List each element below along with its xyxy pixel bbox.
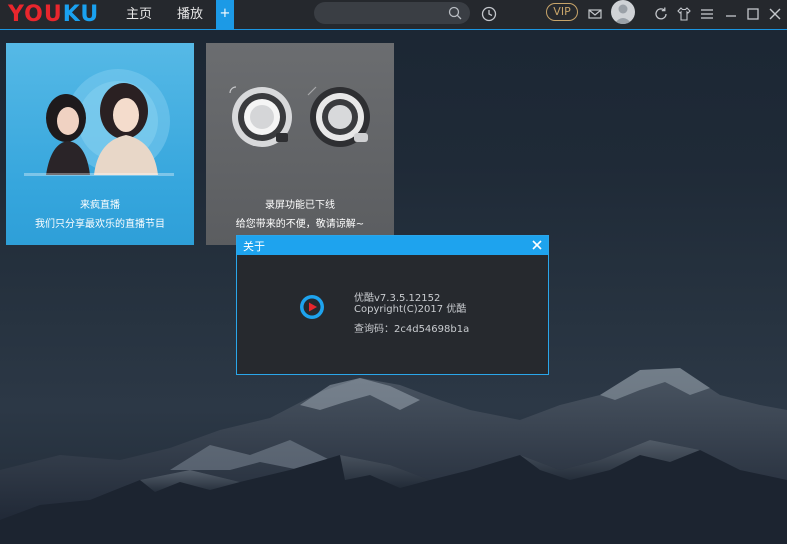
search-input[interactable] xyxy=(314,2,470,24)
close-icon[interactable] xyxy=(766,5,784,23)
about-dialog-header: 关于 xyxy=(237,236,548,255)
minimize-icon[interactable] xyxy=(722,5,740,23)
card-live-subtitle: 我们只分享最欢乐的直播节目 xyxy=(35,219,165,230)
card-live-title: 来疯直播 xyxy=(80,200,120,211)
vip-button[interactable]: VIP xyxy=(546,3,578,21)
search-icon[interactable] xyxy=(448,6,462,20)
refresh-icon[interactable] xyxy=(652,5,670,23)
youku-logo[interactable]: YOU KU xyxy=(8,1,100,27)
logo-text-blue: KU xyxy=(62,1,100,27)
nav-home[interactable]: 主页 xyxy=(126,0,152,30)
add-tab-button[interactable]: + xyxy=(216,0,234,30)
logo-text-red: YOU xyxy=(8,1,63,27)
card-record-title: 录屏功能已下线 xyxy=(265,200,335,211)
nav-play[interactable]: 播放 xyxy=(177,0,203,30)
avatar[interactable] xyxy=(611,0,635,24)
copyright-text: Copyright(C)2017 优酷 xyxy=(354,304,467,315)
about-dialog: 关于 优酷v7.3.5.12152 Copyright(C)2017 优酷 查询… xyxy=(236,235,549,375)
menu-icon[interactable] xyxy=(698,5,716,23)
query-code-text: 查询码：2c4d54698b1a xyxy=(354,324,470,335)
about-dialog-title: 关于 xyxy=(243,240,265,253)
card-record-subtitle: 给您带来的不便，敬请谅解~ xyxy=(235,219,365,230)
card-screen-record[interactable]: 录屏功能已下线 给您带来的不便，敬请谅解~ xyxy=(206,43,394,245)
record-camera-icons xyxy=(229,86,370,147)
title-bar: YOU KU 主页 播放 + VIP xyxy=(0,0,787,30)
maximize-icon[interactable] xyxy=(744,5,762,23)
skin-icon[interactable] xyxy=(675,5,693,23)
live-hosts-illustration xyxy=(24,69,174,176)
history-icon[interactable] xyxy=(480,5,498,23)
close-icon[interactable] xyxy=(531,239,543,251)
user-silhouette-icon xyxy=(614,4,632,24)
card-live-streaming[interactable]: 来疯直播 我们只分享最欢乐的直播节目 xyxy=(6,43,194,245)
mail-icon[interactable] xyxy=(586,5,604,23)
youku-app-icon xyxy=(300,295,324,319)
